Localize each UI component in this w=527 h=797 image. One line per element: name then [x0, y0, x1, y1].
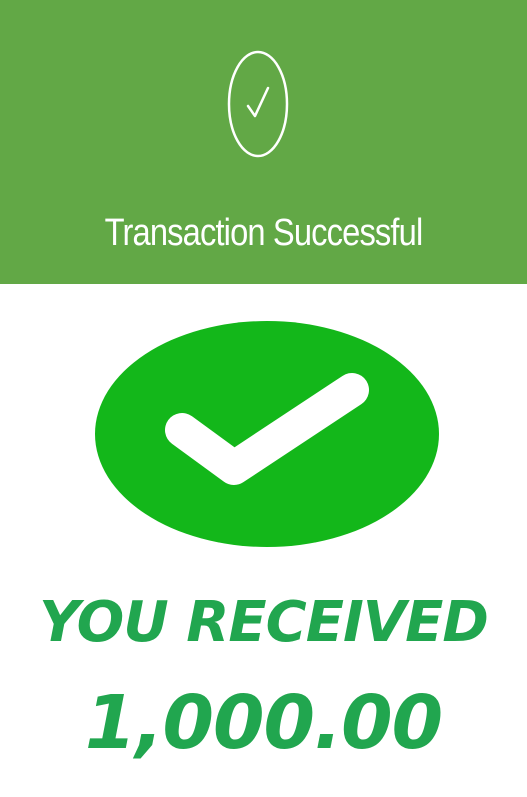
- received-heading: YOU RECEIVED: [39, 590, 489, 655]
- received-amount: 1,000.00: [84, 680, 443, 766]
- banner-title: Transaction Successful: [104, 212, 424, 254]
- transaction-success-page: Transaction Successful YOU RECEIVED 1,00…: [0, 0, 527, 797]
- success-banner: Transaction Successful: [0, 0, 527, 284]
- check-badge-icon: [95, 321, 439, 547]
- check-circle-outline-icon: [227, 50, 289, 158]
